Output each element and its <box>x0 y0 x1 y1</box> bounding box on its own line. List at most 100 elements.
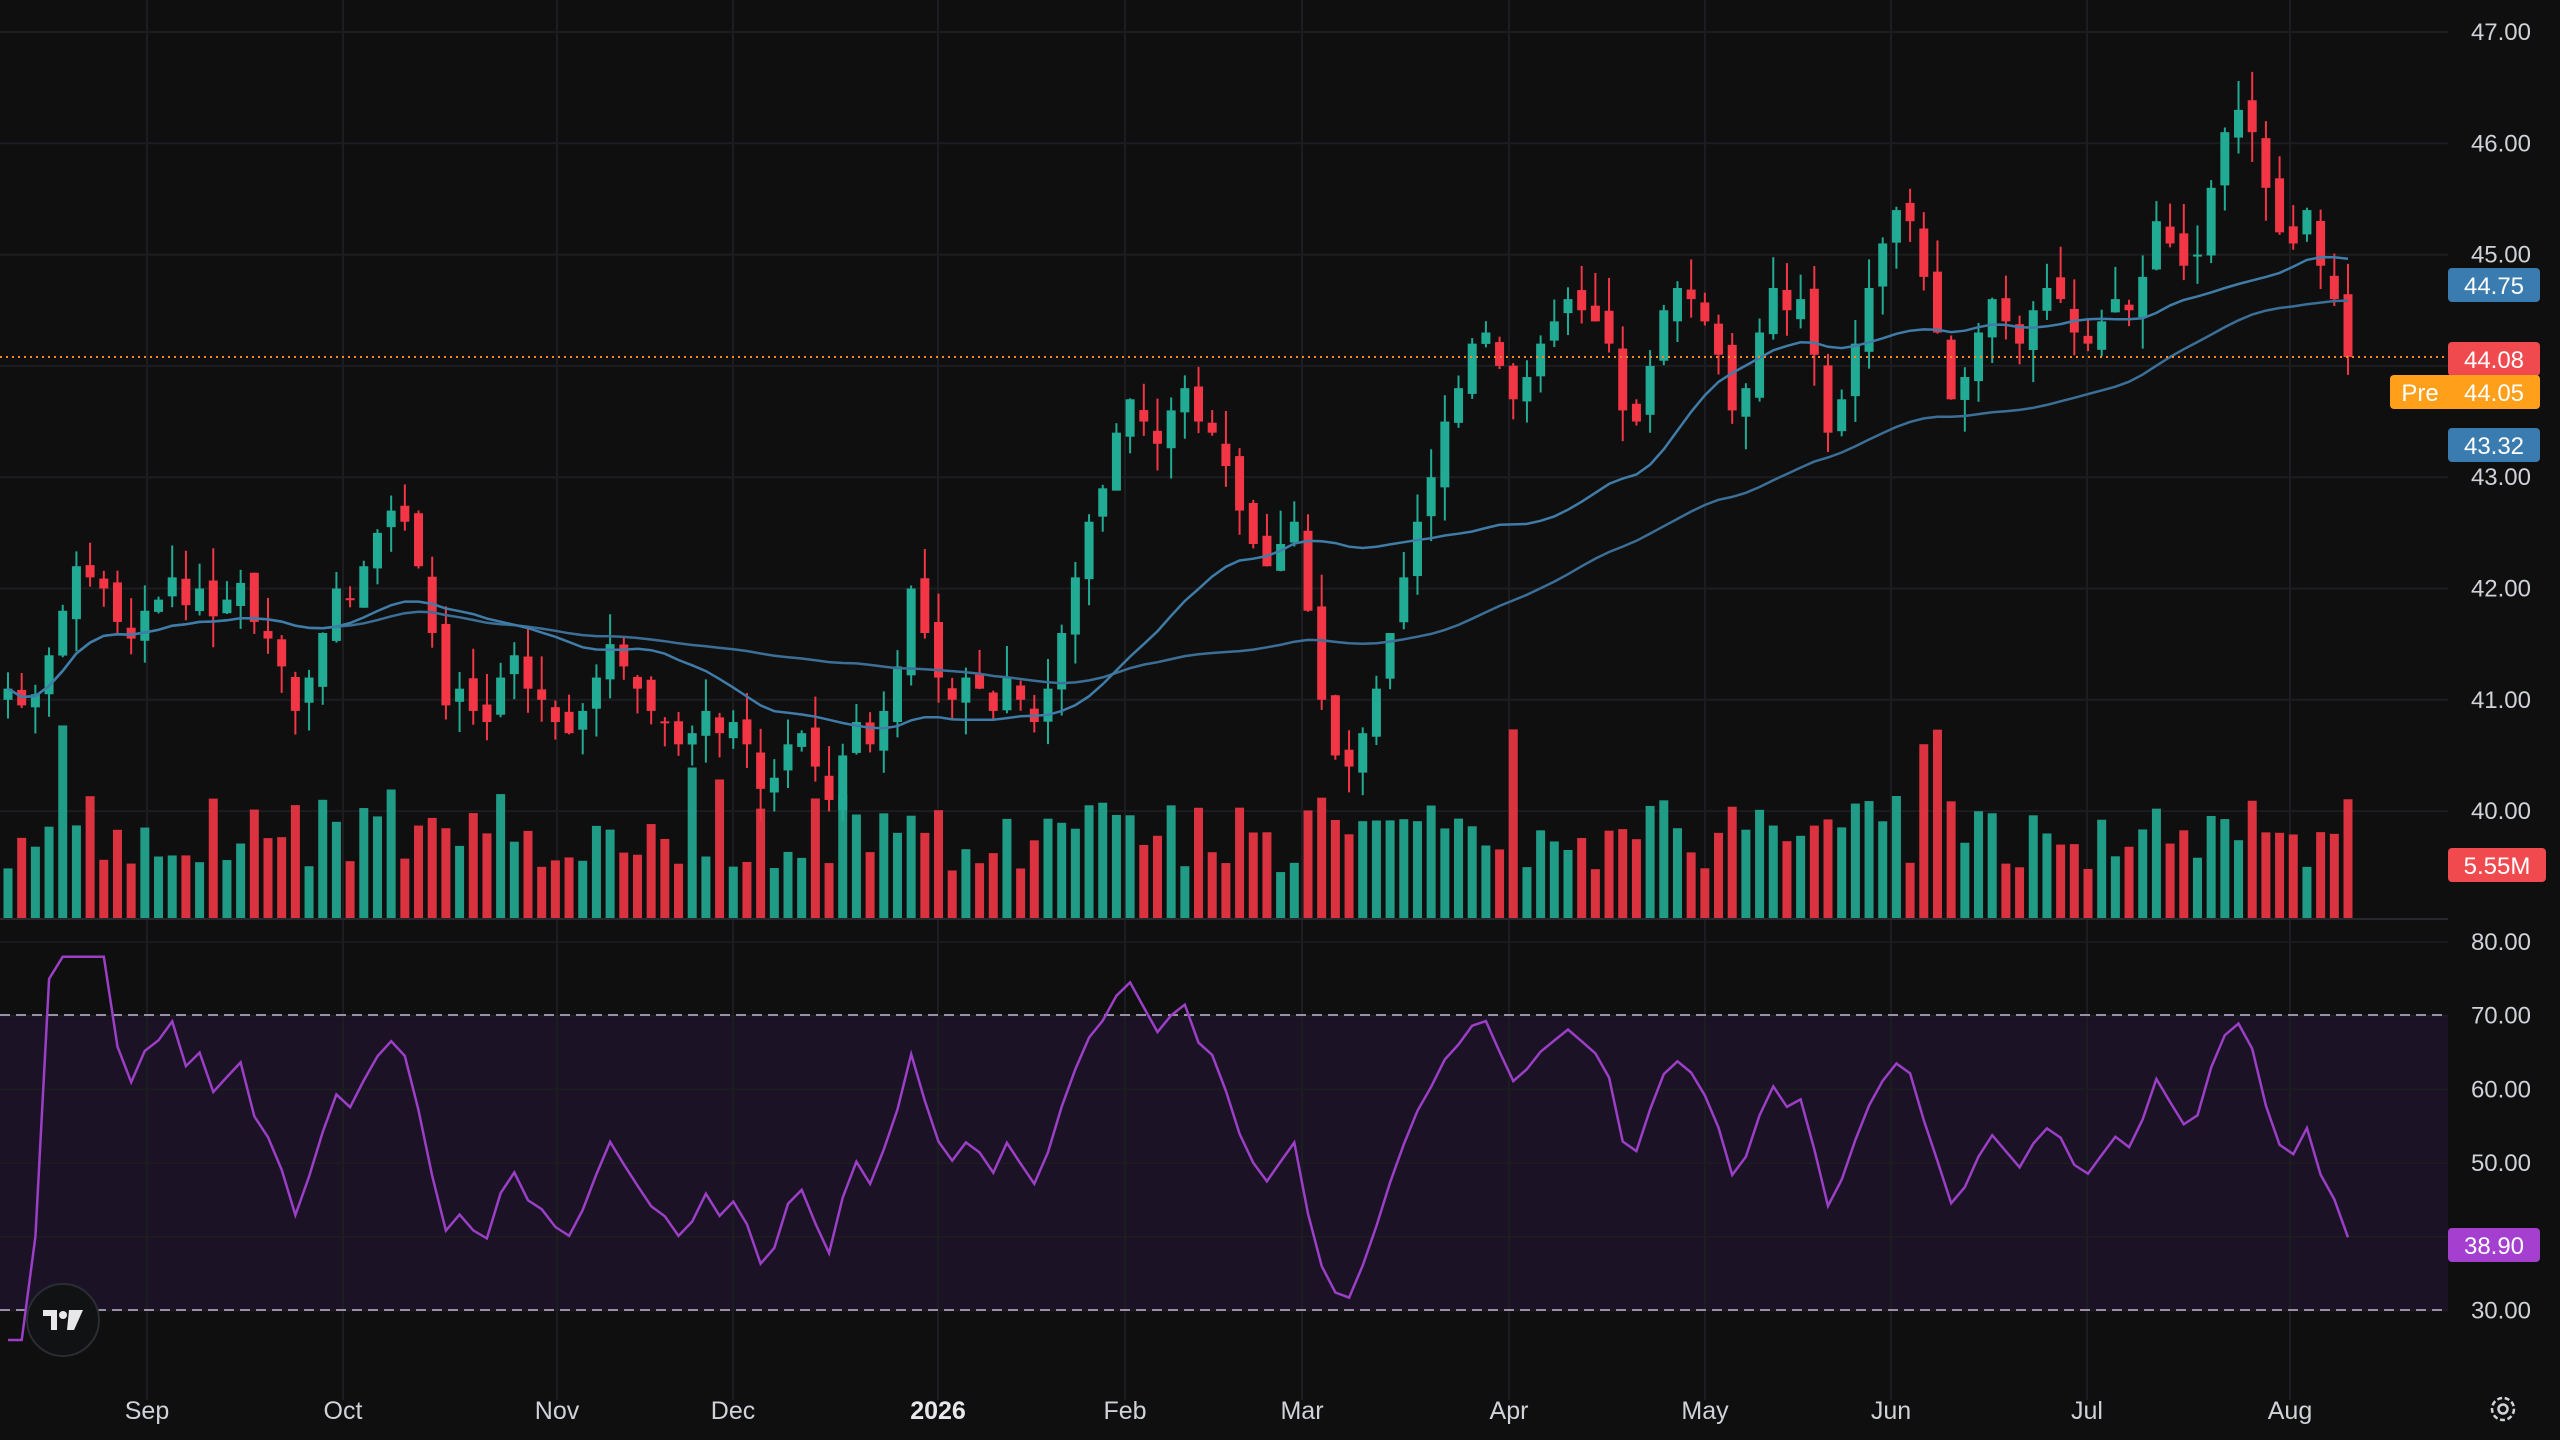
volume-bar <box>1796 835 1806 918</box>
candle-body <box>715 717 725 734</box>
volume-bar <box>1495 849 1505 918</box>
time-tick-label: Jun <box>1871 1397 1911 1425</box>
volume-bar <box>2247 800 2257 918</box>
volume-bar <box>331 821 341 918</box>
volume-bar <box>167 855 177 918</box>
volume-bar <box>1467 826 1477 918</box>
volume-bar <box>1029 840 1039 918</box>
volume-bar <box>1070 828 1080 918</box>
candle-body <box>58 610 68 656</box>
candle-body <box>1536 343 1546 377</box>
volume-bar <box>810 798 820 918</box>
volume-bar <box>2206 815 2216 918</box>
time-tick-label: Jul <box>2071 1397 2103 1425</box>
candle-body <box>1194 386 1204 422</box>
candle-body <box>2234 109 2244 138</box>
premarket-badge: Pre 44.05 <box>2390 375 2540 409</box>
volume-bar <box>2151 808 2161 918</box>
price-tick-label: 47.00 <box>2471 19 2531 46</box>
candle-body <box>920 578 930 634</box>
rsi-tick-label: 50.00 <box>2471 1150 2531 1177</box>
volume-bar <box>1590 869 1600 918</box>
volume-bar <box>1563 849 1573 918</box>
price-tick-label: 41.00 <box>2471 687 2531 714</box>
candle-body <box>961 677 971 703</box>
premarket-label: Pre <box>2401 380 2438 407</box>
volume-bar <box>2192 857 2202 918</box>
volume-bar <box>1194 807 1204 918</box>
candle-body <box>85 565 95 578</box>
volume-bar <box>195 862 205 918</box>
candle-body <box>1221 443 1231 467</box>
volume-bar <box>1111 814 1121 918</box>
candle-body <box>550 707 560 723</box>
tradingview-logo-icon[interactable] <box>26 1283 100 1357</box>
volume-bar <box>2220 819 2230 918</box>
volume-bar <box>71 825 81 918</box>
candle-body <box>1262 535 1272 567</box>
volume-bar <box>1235 807 1245 918</box>
time-tick-label: Oct <box>324 1397 363 1425</box>
candle-body <box>1891 210 1901 243</box>
volume-bar <box>1262 832 1272 918</box>
volume-bar <box>660 838 670 918</box>
candle-body <box>2302 210 2312 235</box>
candle-body <box>441 623 451 706</box>
volume-bar <box>1303 810 1313 918</box>
candle-body <box>2261 138 2271 188</box>
candle-body <box>2110 299 2120 313</box>
candle-body <box>1440 421 1450 488</box>
ma-slow-badge: 43.32 <box>2448 428 2540 462</box>
time-tick-label: 2026 <box>910 1397 966 1425</box>
volume-bar <box>30 846 40 918</box>
candle-body <box>1714 323 1724 355</box>
ma-fast-badge: 44.75 <box>2448 268 2540 302</box>
candle-body <box>263 631 273 639</box>
volume-bar <box>17 837 27 918</box>
candle-body <box>1508 365 1518 400</box>
candle-body <box>1330 695 1340 756</box>
volume-bar <box>674 863 684 918</box>
volume-bar <box>427 817 437 918</box>
candle-body <box>2042 287 2052 311</box>
volume-bar <box>1481 845 1491 918</box>
candle-body <box>2001 298 2011 322</box>
candle-body <box>1358 733 1368 773</box>
volume-bar <box>318 799 328 918</box>
volume-bar <box>496 794 506 918</box>
volume-bar <box>988 853 998 918</box>
candle-body <box>1919 228 1929 277</box>
candle-body <box>1960 377 1970 400</box>
candle-body <box>769 777 779 793</box>
last-price-badge: 44.08 <box>2448 342 2540 376</box>
candle-body <box>783 744 793 771</box>
volume-bar <box>646 824 656 918</box>
candle-body <box>975 673 985 689</box>
settings-gear-icon[interactable] <box>2486 1392 2520 1426</box>
volume-bar <box>1960 842 1970 918</box>
volume-bar <box>304 866 314 918</box>
candle-body <box>1522 377 1532 402</box>
candle-body <box>2138 276 2148 318</box>
candle-body <box>756 752 766 789</box>
candle-body <box>1467 343 1477 394</box>
volume-bar <box>509 841 519 918</box>
candle-body <box>824 775 834 800</box>
price-chart[interactable]: 47.0046.0045.0044.0043.0042.0041.0040.00… <box>0 0 2560 1440</box>
candle-body <box>1932 271 1942 333</box>
candle-body <box>619 644 629 667</box>
volume-bar <box>1905 862 1915 918</box>
volume-bar <box>2042 833 2052 918</box>
candle-body <box>99 578 109 589</box>
candle-body <box>2343 294 2353 357</box>
volume-bar <box>290 805 300 918</box>
volume-bar <box>824 863 834 918</box>
premarket-price: 44.05 <box>2464 380 2524 407</box>
candle-body <box>1426 477 1436 517</box>
candle-body <box>1987 299 1997 338</box>
candle-body <box>1946 339 1956 400</box>
price-tick-label: 40.00 <box>2471 798 2531 825</box>
volume-bar <box>1166 805 1176 918</box>
volume-bar <box>2316 832 2326 918</box>
price-tick-label: 46.00 <box>2471 130 2531 157</box>
